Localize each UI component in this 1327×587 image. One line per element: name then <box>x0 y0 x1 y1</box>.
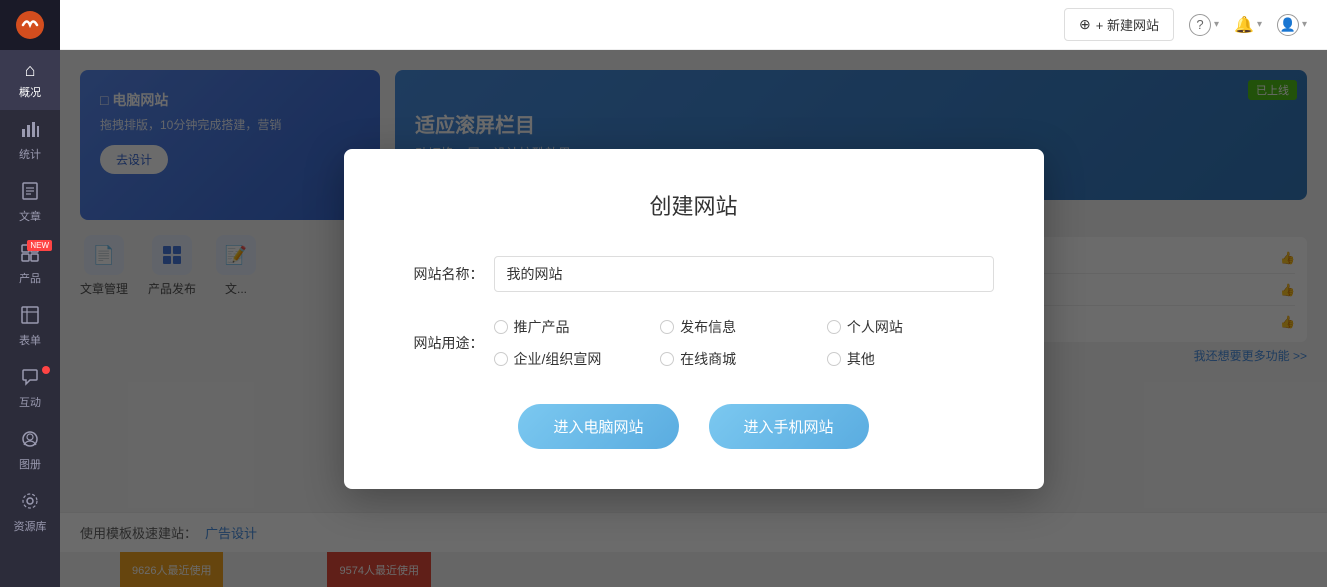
radio-circle <box>827 320 841 334</box>
dot-badge <box>42 366 50 374</box>
radio-label: 在线商城 <box>680 349 736 369</box>
purpose-row: 网站用途： 推广产品 发布信息 个人网站 <box>394 317 994 369</box>
radio-circle <box>827 352 841 366</box>
sidebar-item-resource[interactable]: 资源库 <box>0 482 60 544</box>
radio-personal[interactable]: 个人网站 <box>827 317 994 337</box>
purpose-radio-group: 推广产品 发布信息 个人网站 企业/组织宣网 <box>494 317 994 369</box>
radio-label: 其他 <box>847 349 875 369</box>
radio-label: 推广产品 <box>514 317 570 337</box>
stats-icon <box>21 120 39 143</box>
album-icon <box>21 430 39 453</box>
radio-circle <box>660 320 674 334</box>
radio-label: 个人网站 <box>847 317 903 337</box>
user-button[interactable]: 👤 ▾ <box>1277 14 1307 36</box>
radio-company[interactable]: 企业/组织宣网 <box>494 349 661 369</box>
sidebar: ⌂ 概况 统计 文章 NEW <box>0 0 60 587</box>
sidebar-logo[interactable] <box>0 0 60 50</box>
create-site-modal: 创建网站 网站名称： 网站用途： 推广产品 发布信息 <box>344 149 1044 489</box>
radio-circle <box>660 352 674 366</box>
radio-circle <box>494 320 508 334</box>
article-icon <box>21 182 39 205</box>
help-chevron: ▾ <box>1214 19 1219 30</box>
purpose-label: 网站用途： <box>394 333 484 353</box>
modal-title: 创建网站 <box>394 189 994 221</box>
radio-label: 企业/组织宣网 <box>514 349 602 369</box>
sidebar-item-stats[interactable]: 统计 <box>0 110 60 172</box>
name-label: 网站名称： <box>394 264 484 284</box>
home-icon: ⌂ <box>25 60 36 81</box>
enter-desktop-button[interactable]: 进入电脑网站 <box>518 404 678 449</box>
radio-circle <box>494 352 508 366</box>
name-row: 网站名称： <box>394 256 994 292</box>
radio-shop[interactable]: 在线商城 <box>660 349 827 369</box>
radio-label: 发布信息 <box>680 317 736 337</box>
interact-icon <box>21 368 39 391</box>
topbar-actions: ⊕ + 新建网站 ? ▾ 🔔 ▾ 👤 ▾ <box>1064 8 1307 41</box>
modal-actions: 进入电脑网站 进入手机网站 <box>394 404 994 449</box>
plus-icon: ⊕ <box>1079 16 1091 33</box>
radio-other[interactable]: 其他 <box>827 349 994 369</box>
sidebar-item-overview[interactable]: ⌂ 概况 <box>0 50 60 110</box>
help-button[interactable]: ? ▾ <box>1189 14 1219 36</box>
help-icon: ? <box>1189 14 1211 36</box>
enter-mobile-button[interactable]: 进入手机网站 <box>709 404 869 449</box>
sidebar-item-article[interactable]: 文章 <box>0 172 60 234</box>
site-name-input[interactable] <box>494 256 994 292</box>
sidebar-item-table[interactable]: 表单 <box>0 296 60 358</box>
radio-promote[interactable]: 推广产品 <box>494 317 661 337</box>
bell-icon: 🔔 <box>1234 15 1254 35</box>
sidebar-item-product[interactable]: NEW 产品 <box>0 234 60 296</box>
new-site-button[interactable]: ⊕ + 新建网站 <box>1064 8 1174 41</box>
main-content: □ 电脑网站 拖拽排版，10分钟完成搭建，营销 去设计 📄 文章管理 <box>60 50 1327 587</box>
new-badge: NEW <box>27 240 52 251</box>
resource-icon <box>21 492 39 515</box>
sidebar-item-album[interactable]: 图册 <box>0 420 60 482</box>
user-icon: 👤 <box>1277 14 1299 36</box>
radio-publish[interactable]: 发布信息 <box>660 317 827 337</box>
modal-overlay[interactable]: 创建网站 网站名称： 网站用途： 推广产品 发布信息 <box>60 50 1327 587</box>
user-chevron: ▾ <box>1302 19 1307 30</box>
topbar: ⊕ + 新建网站 ? ▾ 🔔 ▾ 👤 ▾ <box>60 0 1327 50</box>
table-icon <box>21 306 39 329</box>
bell-button[interactable]: 🔔 ▾ <box>1234 15 1262 35</box>
bell-chevron: ▾ <box>1257 19 1262 30</box>
sidebar-item-interact[interactable]: 互动 <box>0 358 60 420</box>
